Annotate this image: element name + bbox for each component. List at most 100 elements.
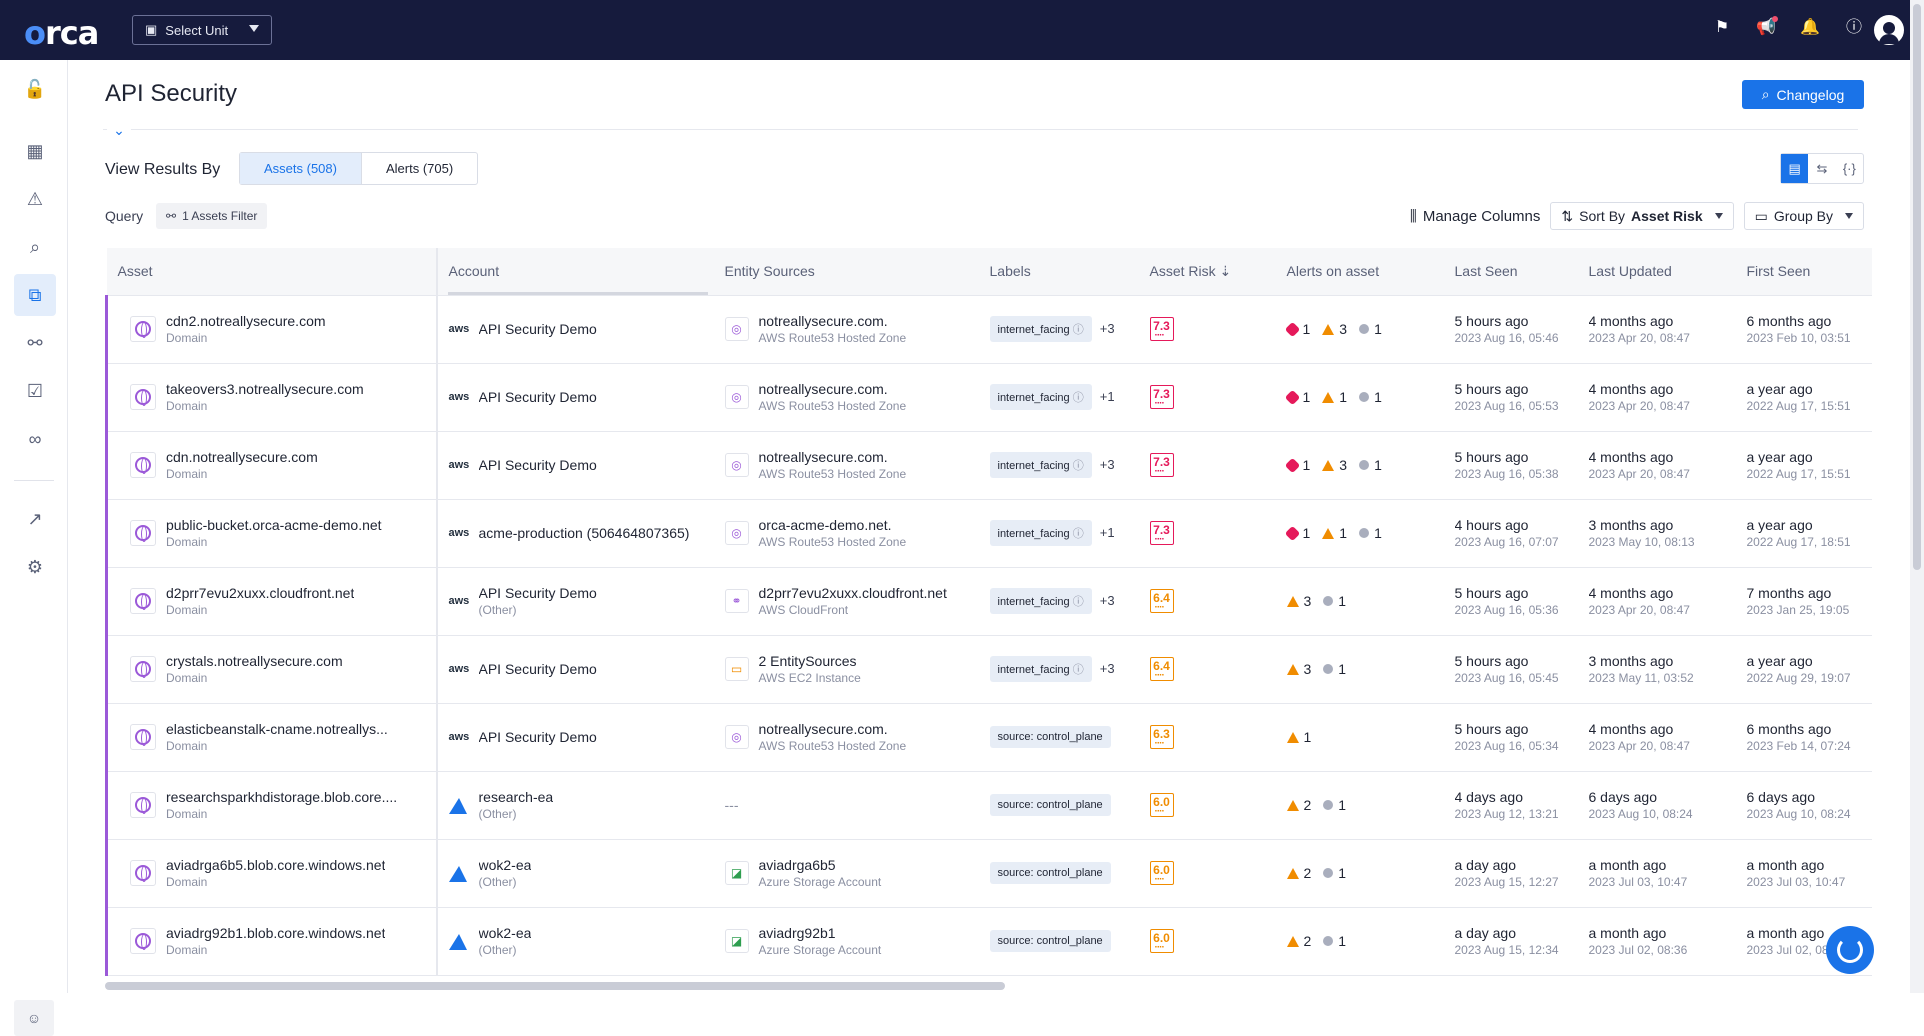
api-icon[interactable]: ⧉ xyxy=(14,274,56,316)
alert-count[interactable]: 3 xyxy=(1322,321,1347,337)
alert-count[interactable]: 1 xyxy=(1359,321,1382,337)
risk-score-badge[interactable]: 6.0 xyxy=(1149,861,1174,885)
group-by-dropdown[interactable]: ▭ Group By xyxy=(1743,202,1864,230)
table-row[interactable]: takeovers3.notreallysecure.com Domain aws… xyxy=(105,363,1872,432)
alert-count[interactable]: 1 xyxy=(1323,797,1346,813)
alert-triangle-icon[interactable]: ⚠ xyxy=(14,178,56,220)
asset-cell[interactable]: elasticbeanstalk-cname.notreallys... Doma… xyxy=(105,703,437,772)
account-cell[interactable]: aws API Security Demo xyxy=(435,703,714,772)
table-row[interactable]: researchsparkhdistorage.blob.core.... Dom… xyxy=(105,771,1872,840)
column-header-last-seen[interactable]: Last Seen xyxy=(1443,248,1578,296)
table-row[interactable]: cdn2.notreallysecure.com Domain aws API Se… xyxy=(105,295,1872,364)
alert-count[interactable]: 3 xyxy=(1286,593,1311,609)
horizontal-scrollbar[interactable] xyxy=(105,982,1005,990)
table-row[interactable]: aviadrg92b1.blob.core.windows.net Domain … xyxy=(105,907,1872,976)
bell-icon[interactable]: 🔔 xyxy=(1800,18,1820,38)
json-view-icon[interactable]: {·} xyxy=(1836,154,1863,183)
entity-source-name[interactable]: notreallysecure.com. xyxy=(759,313,907,329)
dashboard-icon[interactable]: ▦ xyxy=(14,130,56,172)
manage-columns-button[interactable]: ⫼ Manage Columns xyxy=(1410,208,1540,225)
account-cell[interactable]: aws API Security Demo (Other) xyxy=(435,567,714,636)
changelog-button[interactable]: ⌕ Changelog xyxy=(1742,80,1864,109)
alert-count[interactable]: 1 xyxy=(1284,525,1310,541)
glasses-icon[interactable]: ∞ xyxy=(14,418,56,460)
risk-score-badge[interactable]: 6.4 xyxy=(1149,589,1174,613)
asset-name[interactable]: takeovers3.notreallysecure.com xyxy=(166,381,364,397)
graph-icon[interactable]: ⚯ xyxy=(14,322,56,364)
risk-score-badge[interactable]: 7.3 xyxy=(1149,385,1174,409)
alert-count[interactable]: 2 xyxy=(1286,933,1311,949)
asset-cell[interactable]: public-bucket.orca-acme-demo.net Domain xyxy=(105,499,437,568)
entity-source-name[interactable]: aviadrg92b1 xyxy=(759,925,882,941)
more-labels[interactable]: +3 xyxy=(1100,593,1115,608)
chevron-down-icon[interactable]: ⌄ xyxy=(107,118,131,142)
account-cell[interactable]: aws acme-production (506464807365) xyxy=(435,499,714,568)
vertical-scrollbar[interactable] xyxy=(1910,0,1924,993)
gear-icon[interactable]: ⚙ xyxy=(14,546,56,588)
search-icon[interactable]: ⌕ xyxy=(14,226,56,268)
table-row[interactable]: elasticbeanstalk-cname.notreallys... Doma… xyxy=(105,703,1872,772)
risk-score-badge[interactable]: 7.3 xyxy=(1149,521,1174,545)
label-pill[interactable]: internet_facing ⓘ xyxy=(989,316,1092,342)
support-icon[interactable]: ☺ xyxy=(14,1000,54,1036)
asset-name[interactable]: crystals.notreallysecure.com xyxy=(166,653,343,669)
more-labels[interactable]: +1 xyxy=(1100,525,1115,540)
column-header-asset-risk[interactable]: Asset Risk ⇣ xyxy=(1138,248,1276,296)
label-pill[interactable]: source: control_plane xyxy=(989,726,1111,748)
flag-icon[interactable]: ⚑ xyxy=(1712,18,1732,38)
alert-count[interactable]: 1 xyxy=(1322,389,1347,405)
assets-filter-chip[interactable]: ⚯ 1 Assets Filter xyxy=(156,203,268,229)
table-row[interactable]: d2prr7evu2xuxx.cloudfront.net Domain aws A… xyxy=(105,567,1872,636)
asset-name[interactable]: d2prr7evu2xuxx.cloudfront.net xyxy=(166,585,354,601)
alert-count[interactable]: 2 xyxy=(1286,797,1311,813)
column-header-first-seen[interactable]: First Seen xyxy=(1735,248,1872,296)
graph-view-icon[interactable]: ⇆ xyxy=(1808,154,1835,183)
alert-count[interactable]: 1 xyxy=(1359,389,1382,405)
asset-cell[interactable]: crystals.notreallysecure.com Domain xyxy=(105,635,437,704)
label-pill[interactable]: internet_facing ⓘ xyxy=(989,384,1092,410)
more-labels[interactable]: +3 xyxy=(1100,661,1115,676)
account-cell[interactable]: aws API Security Demo xyxy=(435,363,714,432)
user-avatar[interactable] xyxy=(1874,15,1904,45)
alert-count[interactable]: 1 xyxy=(1323,593,1346,609)
alert-count[interactable]: 1 xyxy=(1359,525,1382,541)
account-cell[interactable]: wok2-ea (Other) xyxy=(435,907,714,976)
table-row[interactable]: cdn.notreallysecure.com Domain aws API Sec… xyxy=(105,431,1872,500)
more-labels[interactable]: +1 xyxy=(1100,389,1115,404)
column-header-alerts[interactable]: Alerts on asset xyxy=(1275,248,1444,296)
entity-source-name[interactable]: notreallysecure.com. xyxy=(759,449,907,465)
table-row[interactable]: aviadrga6b5.blob.core.windows.net Domain … xyxy=(105,839,1872,908)
alert-count[interactable]: 1 xyxy=(1323,865,1346,881)
megaphone-icon[interactable]: 📢 xyxy=(1756,16,1778,38)
help-icon[interactable]: ⓘ xyxy=(1844,18,1864,38)
share-icon[interactable]: ↗ xyxy=(14,498,56,540)
more-labels[interactable]: +3 xyxy=(1100,457,1115,472)
column-header-entity-sources[interactable]: Entity Sources xyxy=(713,248,979,296)
asset-cell[interactable]: cdn.notreallysecure.com Domain xyxy=(105,431,437,500)
asset-name[interactable]: aviadrga6b5.blob.core.windows.net xyxy=(166,857,385,873)
account-cell[interactable]: wok2-ea (Other) xyxy=(435,839,714,908)
asset-name[interactable]: elasticbeanstalk-cname.notreallys... xyxy=(166,721,388,737)
asset-name[interactable]: public-bucket.orca-acme-demo.net xyxy=(166,517,382,533)
table-row[interactable]: public-bucket.orca-acme-demo.net Domain a… xyxy=(105,499,1872,568)
asset-cell[interactable]: aviadrga6b5.blob.core.windows.net Domain xyxy=(105,839,437,908)
table-view-icon[interactable]: ▤ xyxy=(1781,154,1809,183)
account-cell[interactable]: aws API Security Demo xyxy=(435,431,714,500)
account-cell[interactable]: aws API Security Demo xyxy=(435,295,714,364)
label-pill[interactable]: internet_facing ⓘ xyxy=(989,656,1092,682)
column-header-account[interactable]: Account xyxy=(435,248,714,296)
asset-name[interactable]: cdn.notreallysecure.com xyxy=(166,449,318,465)
chat-support-button[interactable] xyxy=(1826,926,1874,974)
lock-icon[interactable]: 🔓 xyxy=(14,68,56,110)
alert-count[interactable]: 1 xyxy=(1284,389,1310,405)
asset-name[interactable]: aviadrg92b1.blob.core.windows.net xyxy=(166,925,385,941)
alert-count[interactable]: 1 xyxy=(1286,729,1311,745)
table-row[interactable]: crystals.notreallysecure.com Domain aws AP… xyxy=(105,635,1872,704)
asset-cell[interactable]: cdn2.notreallysecure.com Domain xyxy=(105,295,437,364)
column-header-labels[interactable]: Labels xyxy=(978,248,1139,296)
alert-count[interactable]: 3 xyxy=(1286,661,1311,677)
asset-name[interactable]: cdn2.notreallysecure.com xyxy=(166,313,326,329)
label-pill[interactable]: source: control_plane xyxy=(989,862,1111,884)
entity-source-name[interactable]: 2 EntitySources xyxy=(759,653,861,669)
tab-assets[interactable]: Assets (508) xyxy=(240,153,362,184)
